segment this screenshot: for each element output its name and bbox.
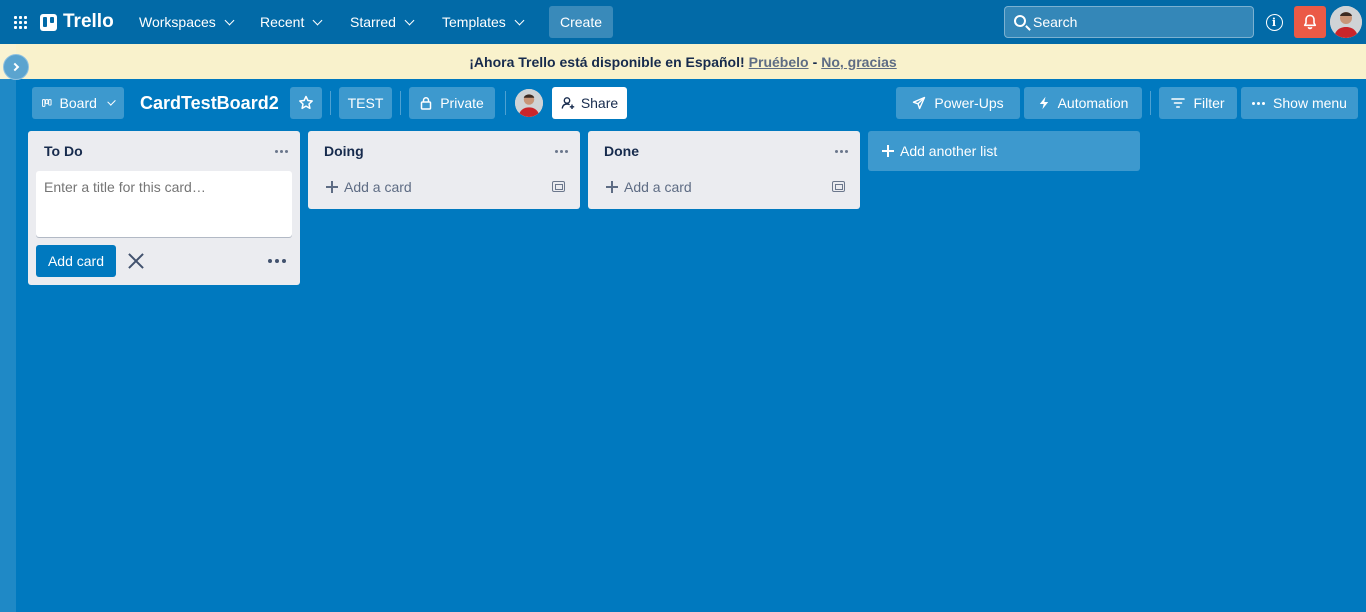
trello-logo[interactable]: Trello xyxy=(40,9,114,35)
filter-icon xyxy=(1171,98,1186,108)
lock-icon xyxy=(420,97,432,110)
template-icon[interactable] xyxy=(832,181,845,192)
list-actions-button[interactable] xyxy=(275,139,288,163)
board-view-switcher[interactable]: Board xyxy=(32,87,124,119)
recent-menu[interactable]: Recent xyxy=(250,6,331,38)
banner-separator: - xyxy=(812,53,818,70)
power-ups-label: Power-Ups xyxy=(934,95,1004,111)
info-icon: i xyxy=(1265,13,1283,31)
list-title[interactable]: Doing xyxy=(324,143,364,159)
header-divider xyxy=(400,91,401,115)
list-actions-button[interactable] xyxy=(835,139,848,163)
avatar xyxy=(1330,6,1362,38)
templates-label: Templates xyxy=(442,14,506,30)
banner-text: ¡Ahora Trello está disponible en Español… xyxy=(469,53,745,70)
decline-spanish-link[interactable]: No, gracias xyxy=(821,54,896,70)
expand-sidebar-button[interactable] xyxy=(3,54,29,80)
add-a-card-button[interactable]: Add a card xyxy=(596,173,852,201)
header-divider xyxy=(505,91,506,115)
add-a-card-label: Add a card xyxy=(624,179,692,195)
visibility-button[interactable]: Private xyxy=(409,87,495,119)
board-member-avatar[interactable] xyxy=(515,89,543,117)
list-title[interactable]: Done xyxy=(604,143,639,159)
list-title[interactable]: To Do xyxy=(44,143,83,159)
filter-label: Filter xyxy=(1193,95,1225,111)
apps-grid-icon xyxy=(13,15,27,29)
visibility-label: Private xyxy=(440,95,484,111)
show-menu-button[interactable]: Show menu xyxy=(1241,87,1358,119)
card-title-input[interactable] xyxy=(36,171,292,237)
plus-icon xyxy=(606,181,618,193)
chevron-down-icon xyxy=(312,15,323,25)
top-nav: Trello Workspaces Recent Starred Templat… xyxy=(0,0,1366,44)
chevron-down-icon xyxy=(404,15,415,25)
info-button[interactable]: i xyxy=(1262,10,1286,34)
board-sidebar-rail xyxy=(0,44,16,612)
plus-icon xyxy=(326,181,338,193)
list-actions-button[interactable] xyxy=(555,139,568,163)
show-menu-label: Show menu xyxy=(1273,95,1347,111)
board-view-icon xyxy=(42,99,52,107)
add-a-card-label: Add a card xyxy=(344,179,412,195)
search-input[interactable]: Search xyxy=(1004,6,1254,38)
chevron-down-icon xyxy=(107,96,116,106)
share-label: Share xyxy=(580,95,619,111)
star-icon xyxy=(299,95,313,110)
list-done: Done Add a card xyxy=(588,131,860,209)
trello-logo-icon xyxy=(40,13,57,31)
logo-text: Trello xyxy=(63,11,114,32)
search-icon xyxy=(1014,15,1026,27)
header-divider xyxy=(1150,91,1151,115)
chevron-down-icon xyxy=(224,15,235,25)
template-icon[interactable] xyxy=(552,181,565,192)
ellipsis-icon xyxy=(1252,101,1266,105)
filter-button[interactable]: Filter xyxy=(1159,87,1237,119)
starred-label: Starred xyxy=(350,14,396,30)
composer-options-button[interactable] xyxy=(268,253,286,269)
board-title[interactable]: CardTestBoard2 xyxy=(140,91,279,115)
starred-menu[interactable]: Starred xyxy=(340,6,423,38)
close-icon[interactable] xyxy=(126,251,146,271)
header-divider xyxy=(330,91,331,115)
language-banner: ¡Ahora Trello está disponible en Español… xyxy=(0,44,1366,79)
templates-menu[interactable]: Templates xyxy=(432,6,533,38)
automation-button[interactable]: Automation xyxy=(1024,87,1142,119)
bell-icon xyxy=(1303,14,1317,30)
plus-icon xyxy=(882,145,894,157)
chevron-down-icon xyxy=(514,15,525,25)
search-placeholder: Search xyxy=(1033,14,1078,30)
automation-label: Automation xyxy=(1057,95,1129,111)
share-button[interactable]: Share xyxy=(552,87,627,119)
workspaces-label: Workspaces xyxy=(139,14,216,30)
add-a-card-button[interactable]: Add a card xyxy=(316,173,572,201)
power-ups-button[interactable]: Power-Ups xyxy=(896,87,1020,119)
rocket-icon xyxy=(913,96,926,110)
workspace-button[interactable]: TEST xyxy=(339,87,392,119)
chevron-right-icon xyxy=(10,62,20,72)
add-card-button[interactable]: Add card xyxy=(36,245,116,277)
star-board-button[interactable] xyxy=(290,87,322,119)
list-to-do: To Do Add card xyxy=(28,131,300,285)
notifications-button[interactable] xyxy=(1294,6,1326,38)
apps-switcher-button[interactable] xyxy=(8,8,32,36)
add-person-icon xyxy=(561,97,575,109)
create-button[interactable]: Create xyxy=(549,6,613,38)
account-avatar[interactable] xyxy=(1330,6,1362,38)
try-spanish-link[interactable]: Pruébelo xyxy=(749,54,809,70)
avatar xyxy=(515,89,543,117)
add-another-list-label: Add another list xyxy=(900,143,998,159)
lightning-icon xyxy=(1039,96,1048,110)
list-doing: Doing Add a card xyxy=(308,131,580,209)
add-another-list-button[interactable]: Add another list xyxy=(868,131,1140,171)
recent-label: Recent xyxy=(260,14,305,30)
board-view-label: Board xyxy=(59,95,97,111)
workspaces-menu[interactable]: Workspaces xyxy=(129,6,243,38)
